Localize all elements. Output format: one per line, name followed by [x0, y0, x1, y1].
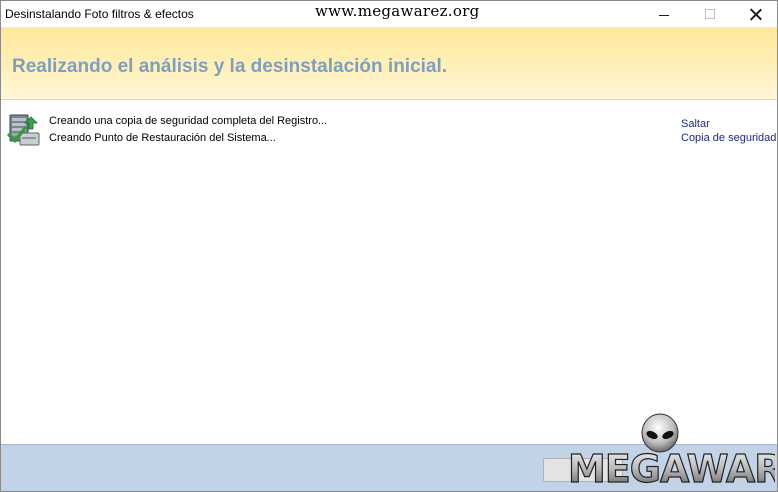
window-title: Desinstalando Foto filtros & efectos: [5, 7, 194, 21]
page-title: Realizando el análisis y la desinstalaci…: [12, 56, 448, 77]
registry-backup-icon: [7, 114, 40, 146]
logo-text: MEGAWAREZ: [568, 447, 775, 491]
backup-link[interactable]: Copia de seguridad: [681, 132, 776, 144]
step-restore-point: Creando Punto de Restauración del Sistem…: [49, 132, 276, 144]
close-icon: [750, 8, 762, 20]
skip-link[interactable]: Saltar: [681, 118, 710, 130]
close-button[interactable]: [733, 1, 777, 27]
watermark-url: www.megawarez.org: [315, 2, 480, 20]
progress-area: Creando una copia de seguridad completa …: [1, 100, 777, 444]
header-banner: Realizando el análisis y la desinstalaci…: [1, 27, 777, 100]
maximize-button[interactable]: [687, 1, 733, 27]
uninstall-window: Desinstalando Foto filtros & efectos www…: [0, 0, 778, 492]
megawarez-logo: MEGAWAREZ: [567, 413, 775, 491]
step-registry-backup: Creando una copia de seguridad completa …: [49, 115, 328, 127]
title-bar[interactable]: Desinstalando Foto filtros & efectos www…: [1, 1, 777, 27]
minimize-icon: [659, 14, 669, 16]
minimize-button[interactable]: [641, 1, 687, 27]
maximize-icon: [705, 9, 715, 19]
